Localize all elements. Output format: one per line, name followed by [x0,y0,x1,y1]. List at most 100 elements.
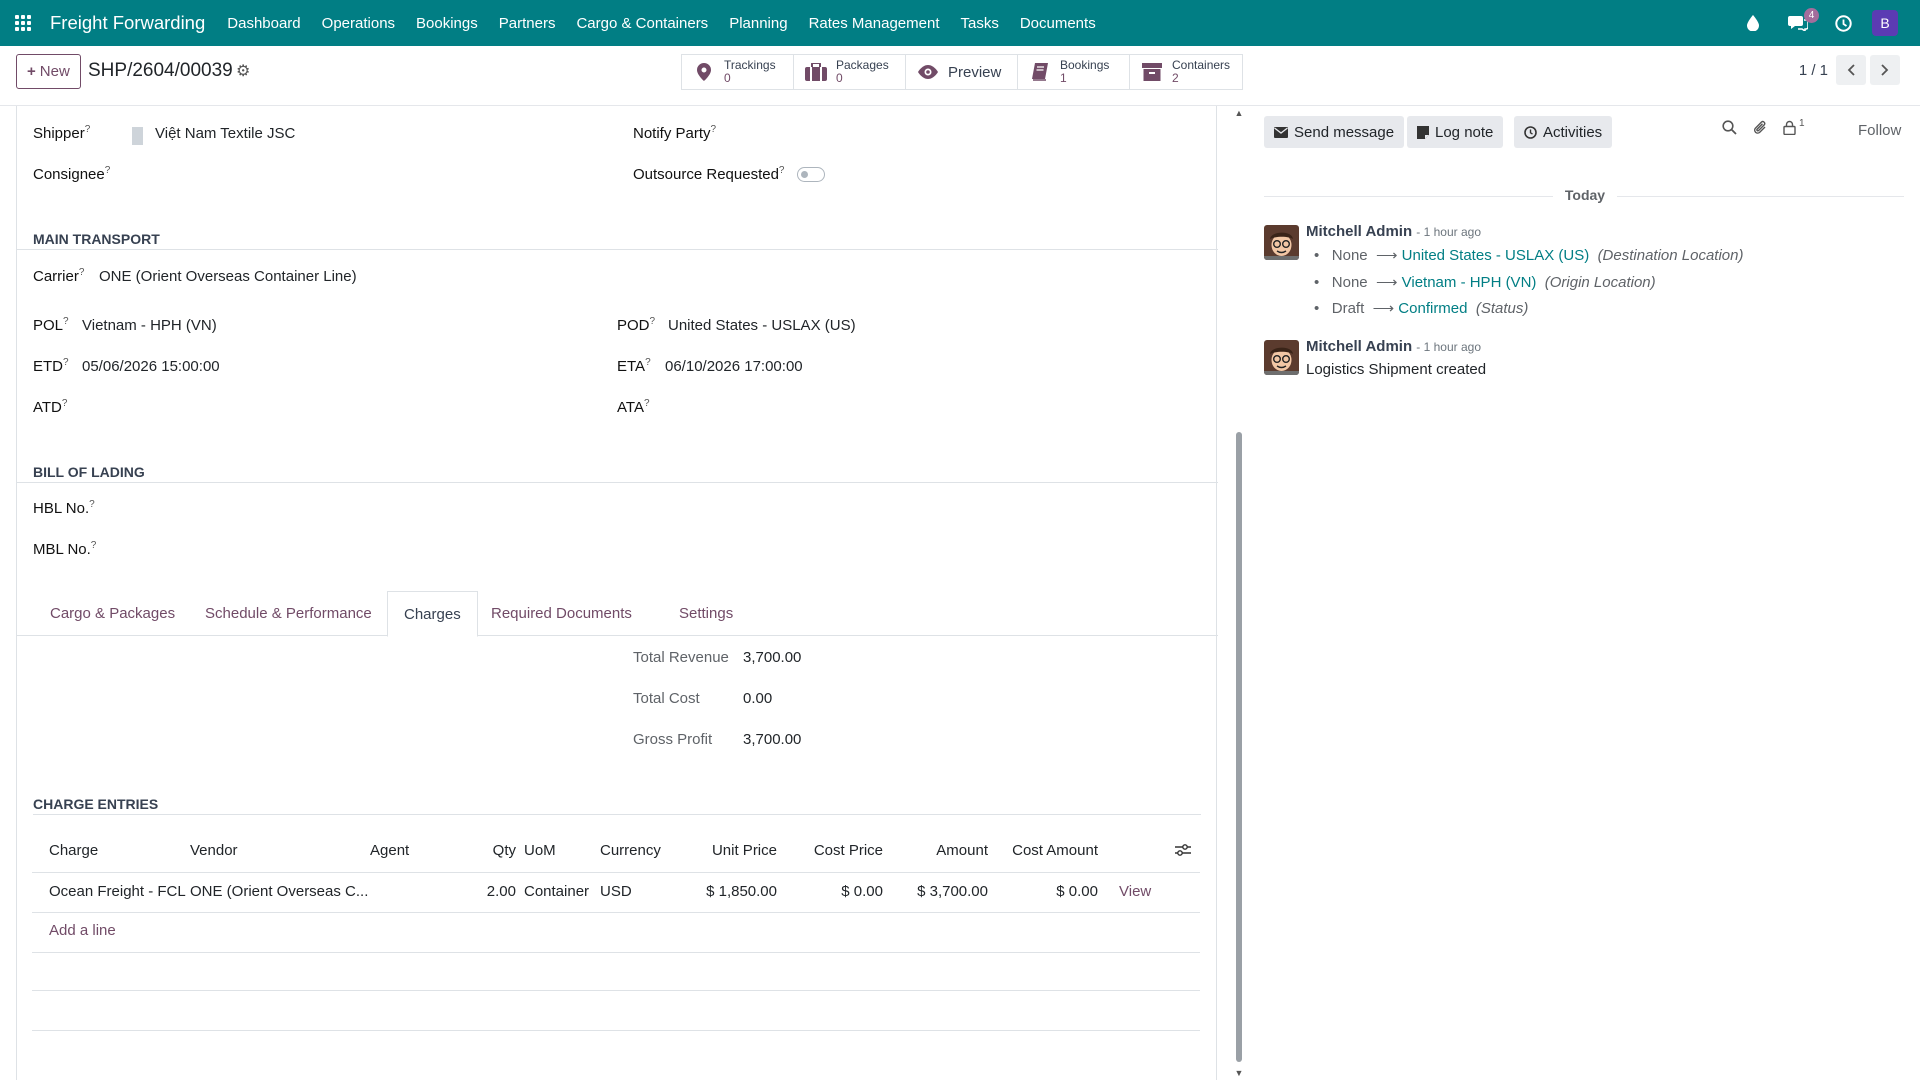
message-author[interactable]: Mitchell Admin - 1 hour ago [1306,338,1481,355]
pager-previous-icon[interactable] [1836,55,1866,85]
tracking-line: • None ⟶ Vietnam - HPH (VN) (Origin Loca… [1314,274,1656,291]
col-cost-price[interactable]: Cost Price [782,842,883,859]
col-charge[interactable]: Charge [49,842,98,859]
menu-tasks[interactable]: Tasks [960,15,998,32]
ata-label: ATA? [617,398,650,416]
pod-value[interactable]: United States - USLAX (US) [668,317,856,334]
form-scrollbar[interactable]: ▲ ▼ [1234,106,1244,1080]
shipper-value[interactable]: Việt Nam Textile JSC [155,125,295,142]
new-button[interactable]: + New [16,54,81,89]
col-vendor[interactable]: Vendor [190,842,238,859]
search-icon[interactable] [1722,120,1737,140]
send-message-label: Send message [1294,123,1395,141]
scroll-thumb[interactable] [1236,432,1242,1062]
column-settings-icon[interactable] [1175,843,1191,861]
gear-icon[interactable]: ⚙ [236,61,250,81]
menu-operations[interactable]: Operations [322,15,395,32]
clock-icon [1524,125,1537,139]
log-note-button[interactable]: Log note [1407,116,1504,148]
pager-next-icon[interactable] [1870,55,1900,85]
scroll-up-icon[interactable]: ▲ [1234,108,1244,118]
tracking-new-value[interactable]: Vietnam - HPH (VN) [1402,274,1537,291]
atd-label: ATD? [33,398,68,416]
total-revenue-label: Total Revenue [633,649,729,666]
chatter-panel: Send message Log note Activities 1 Follo… [1250,106,1920,1080]
message-author[interactable]: Mitchell Admin - 1 hour ago [1306,223,1481,240]
activities-button[interactable]: Activities [1514,116,1613,148]
outsource-requested-toggle[interactable] [797,167,825,182]
user-avatar[interactable]: B [1872,10,1898,36]
col-qty[interactable]: Qty [472,842,516,859]
main-transport-title: MAIN TRANSPORT [33,231,160,247]
avatar[interactable] [1264,340,1299,375]
eta-label: ETA? [617,357,651,375]
clock-icon[interactable] [1830,10,1856,36]
droplet-icon[interactable] [1740,10,1766,36]
consignee-label: Consignee? [33,165,111,183]
pager-value[interactable]: 1 / 1 [1799,62,1828,79]
pod-label: POD? [617,316,656,334]
eta-value[interactable]: 06/10/2026 17:00:00 [665,358,803,375]
preview-smart-button[interactable]: Preview [906,55,1018,89]
control-panel: + New SHP/2604/00039 ⚙ Trackings 0 Packag… [0,46,1920,106]
apps-menu-icon[interactable] [0,0,46,46]
menu-rates-management[interactable]: Rates Management [809,15,940,32]
paperclip-icon[interactable] [1753,120,1768,141]
followers-lock-icon[interactable] [1783,120,1796,140]
notebook-tabs: Cargo & Packages Schedule & Performance … [17,591,1218,637]
messages-badge: 4 [1804,8,1819,23]
cell-qty: 2.00 [486,883,516,900]
send-message-button[interactable]: Send message [1264,116,1405,148]
total-cost-value: 0.00 [743,690,773,707]
top-navbar: Freight Forwarding Dashboard Operations … [0,0,1920,46]
bookings-smart-button[interactable]: Bookings 1 [1018,55,1130,89]
etd-value[interactable]: 05/06/2026 15:00:00 [82,358,220,375]
activities-label: Activities [1543,123,1603,141]
menu-planning[interactable]: Planning [729,15,787,32]
pol-value[interactable]: Vietnam - HPH (VN) [82,317,217,334]
carrier-value[interactable]: ONE (Orient Overseas Container Line) [99,268,357,285]
menu-cargo-containers[interactable]: Cargo & Containers [576,15,708,32]
log-note-label: Log note [1435,123,1494,141]
menu-documents[interactable]: Documents [1020,15,1096,32]
menu-bookings[interactable]: Bookings [416,15,478,32]
total-revenue-value: 3,700.00 [743,649,802,666]
messages-icon[interactable]: 4 [1785,8,1819,36]
col-agent[interactable]: Agent [370,842,409,859]
tracking-new-value[interactable]: United States - USLAX (US) [1402,247,1590,264]
table-row[interactable]: Ocean Freight - FCL ONE (Orient Overseas… [32,873,1200,913]
row-border [32,912,1200,913]
form-sheet: Shipper? Việt Nam Textile JSC Notify Par… [16,106,1218,1080]
view-button[interactable]: View [1119,883,1151,900]
tab-cargo-packages[interactable]: Cargo & Packages [34,591,191,636]
menu-dashboard[interactable]: Dashboard [227,15,300,32]
tab-settings[interactable]: Settings [663,591,749,636]
eye-icon [916,60,940,84]
tab-charges[interactable]: Charges [387,591,478,637]
menu-partners[interactable]: Partners [499,15,556,32]
follow-button[interactable]: Follow [1858,122,1901,139]
plus-icon: + [27,63,36,80]
notify-party-label: Notify Party? [633,124,717,142]
containers-count: 2 [1172,71,1179,85]
smart-buttons: Trackings 0 Packages 0 Preview Bookings 1 C… [681,54,1243,90]
tracking-new-value[interactable]: Confirmed [1398,300,1467,317]
app-name[interactable]: Freight Forwarding [50,12,205,34]
avatar[interactable] [1264,225,1299,260]
packages-count: 0 [836,71,843,85]
col-uom[interactable]: UoM [524,842,556,859]
col-unit-price[interactable]: Unit Price [672,842,777,859]
section-divider [17,482,1218,483]
add-line-button[interactable]: Add a line [49,922,116,939]
scroll-down-icon[interactable]: ▼ [1234,1068,1244,1078]
col-cost-amount[interactable]: Cost Amount [992,842,1098,859]
trackings-smart-button[interactable]: Trackings 0 [682,55,794,89]
tab-schedule-performance[interactable]: Schedule & Performance [189,591,388,636]
tab-required-documents[interactable]: Required Documents [475,591,648,636]
packages-smart-button[interactable]: Packages 0 [794,55,906,89]
cell-charge: Ocean Freight - FCL [49,883,186,900]
col-currency[interactable]: Currency [600,842,661,859]
col-amount[interactable]: Amount [892,842,988,859]
containers-smart-button[interactable]: Containers 2 [1130,55,1242,89]
pol-label: POL? [33,316,69,334]
